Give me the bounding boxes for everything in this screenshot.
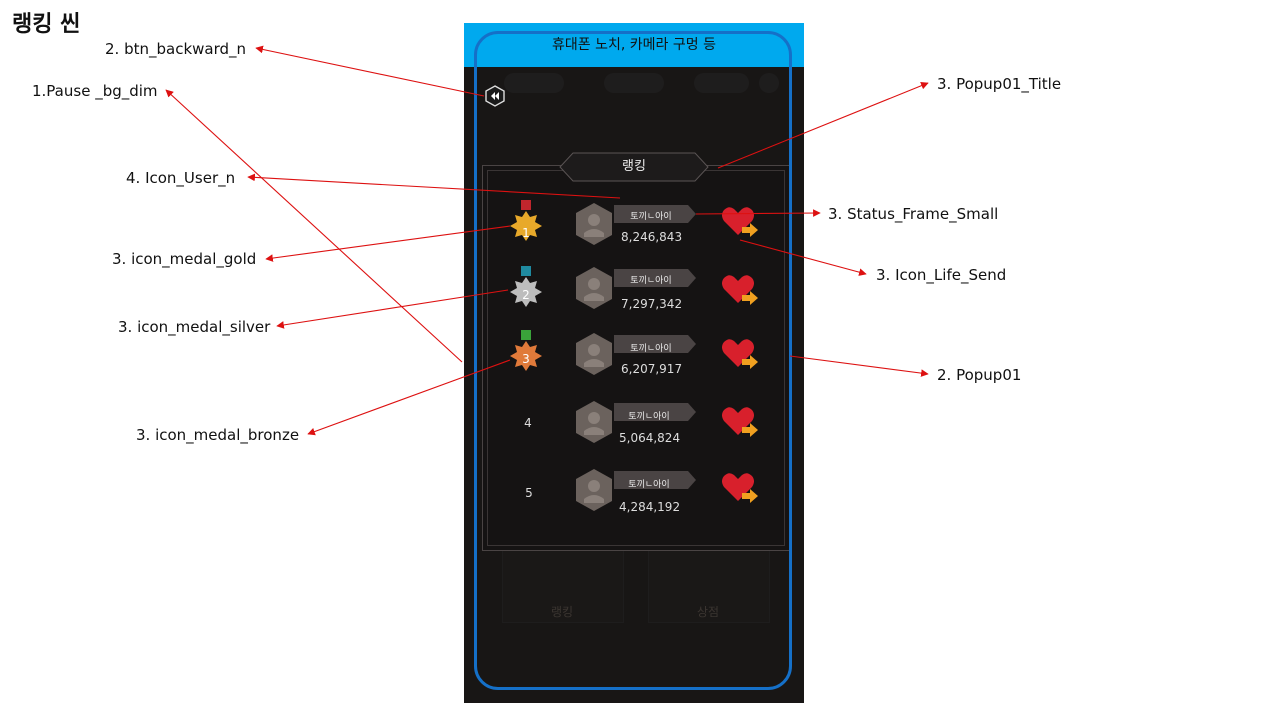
phone-screen: 랭킹 상점 휴대폰 노치, 카메라 구멍 등 랭킹 1 토끼ㄴ아이 8,246,… [464,23,804,703]
page-title: 랭킹 씬 [12,12,81,37]
annotation-medal-silver: 3. icon_medal_silver [118,318,271,336]
annotation-popup01: 2. Popup01 [937,366,1022,384]
user-score: 7,297,342 [621,297,683,311]
rank-number: 4 [524,416,532,430]
user-score: 5,064,824 [619,431,681,445]
annotation-status-frame: 3. Status_Frame_Small [828,205,999,223]
popup-title: 랭킹 [622,159,646,174]
annotation-medal-bronze: 3. icon_medal_bronze [136,426,300,444]
user-score: 4,284,192 [619,500,681,514]
life-send-icon[interactable] [720,469,760,505]
user-name: 토끼ㄴ아이 [630,344,672,354]
annotation-popup-title: 3. Popup01_Title [937,75,1062,93]
user-name: 토끼ㄴ아이 [630,212,672,222]
life-send-icon[interactable] [720,403,760,439]
backward-button[interactable] [484,85,506,107]
user-score: 8,246,843 [621,230,683,244]
life-send-icon[interactable] [720,203,760,239]
annotation-life-send: 3. Icon_Life_Send [876,266,1007,284]
user-name: 토끼ㄴ아이 [628,412,670,422]
rank-number: 3 [522,352,530,366]
rank-number: 2 [522,288,530,302]
annotation-btn-backward: 2. btn_backward_n [105,40,247,58]
rank-number: 5 [525,486,533,500]
life-send-icon[interactable] [720,335,760,371]
user-score: 6,207,917 [621,362,683,376]
user-name: 토끼ㄴ아이 [630,276,672,286]
user-name: 토끼ㄴ아이 [628,480,670,490]
life-send-icon[interactable] [720,271,760,307]
annotation-pause-bg: 1.Pause _bg_dim [32,82,158,100]
annotation-medal-gold: 3. icon_medal_gold [112,250,257,268]
notch-area: 휴대폰 노치, 카메라 구멍 등 [464,23,804,67]
annotation-icon-user: 4. Icon_User_n [126,169,236,187]
rank-number: 1 [522,226,530,240]
